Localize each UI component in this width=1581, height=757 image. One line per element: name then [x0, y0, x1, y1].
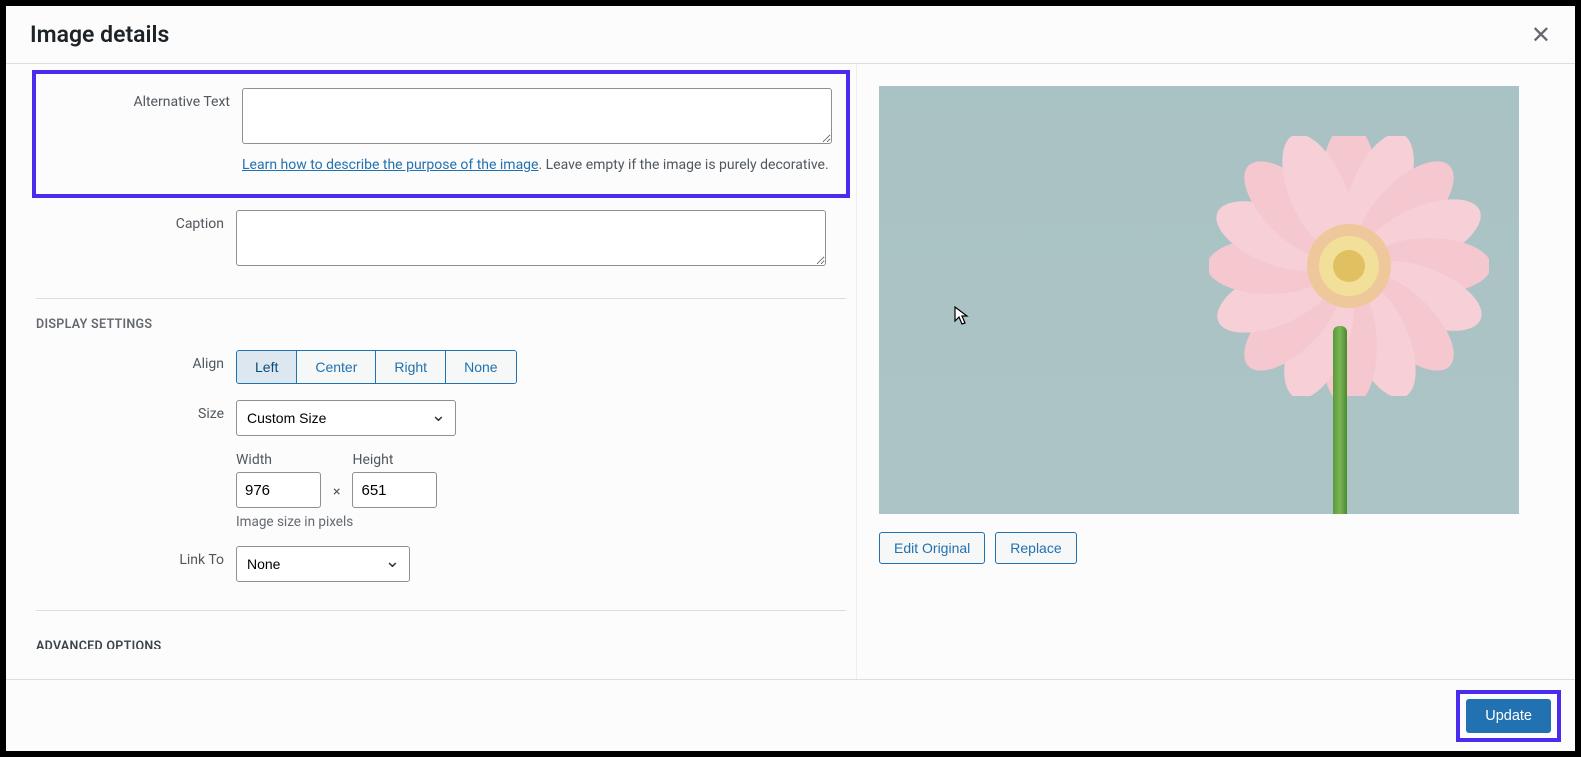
alt-text-label: Alternative Text: [42, 88, 242, 176]
modal-title: Image details: [30, 21, 169, 48]
size-select[interactable]: Custom Size: [236, 400, 456, 436]
preview-panel: Edit Original Replace: [856, 64, 1575, 679]
alt-text-input[interactable]: [242, 88, 832, 144]
alt-text-help-suffix: . Leave empty if the image is purely dec…: [538, 157, 828, 173]
width-input[interactable]: [236, 472, 321, 508]
align-button-group: Left Center Right None: [236, 350, 517, 384]
preview-actions: Edit Original Replace: [879, 532, 1553, 564]
settings-panel: Alternative Text Learn how to describe t…: [6, 64, 856, 679]
cursor-icon: [954, 306, 970, 331]
flower-illustration: [1209, 136, 1489, 400]
close-icon[interactable]: ✕: [1531, 23, 1551, 47]
caption-label: Caption: [36, 210, 236, 270]
dimension-separator: ×: [333, 484, 340, 508]
alt-text-help: Learn how to describe the purpose of the…: [242, 154, 832, 176]
dimensions-row: Width × Height: [236, 452, 836, 508]
separator: [36, 298, 846, 299]
size-label: Size: [36, 400, 236, 436]
image-details-modal: Image details ✕ Alternative Text Learn h…: [6, 6, 1575, 751]
modal-body: Alternative Text Learn how to describe t…: [6, 64, 1575, 679]
align-center-button[interactable]: Center: [297, 351, 376, 383]
alt-text-help-link[interactable]: Learn how to describe the purpose of the…: [242, 157, 538, 173]
height-label: Height: [352, 452, 437, 468]
align-none-button[interactable]: None: [446, 351, 515, 383]
modal-footer: Update: [6, 679, 1575, 751]
modal-header: Image details ✕: [6, 6, 1575, 64]
width-label: Width: [236, 452, 321, 468]
update-button[interactable]: Update: [1466, 699, 1551, 733]
align-right-button[interactable]: Right: [376, 351, 446, 383]
dimensions-help: Image size in pixels: [236, 514, 836, 530]
advanced-options-heading[interactable]: ADVANCED OPTIONS: [36, 639, 846, 649]
alt-text-highlight: Alternative Text Learn how to describe t…: [32, 70, 850, 198]
align-label: Align: [36, 350, 236, 384]
replace-button[interactable]: Replace: [995, 532, 1076, 564]
display-settings-heading: DISPLAY SETTINGS: [36, 317, 846, 332]
update-highlight: Update: [1456, 690, 1561, 742]
edit-original-button[interactable]: Edit Original: [879, 532, 985, 564]
link-to-select[interactable]: None: [236, 546, 410, 582]
caption-input[interactable]: [236, 210, 826, 266]
align-left-button[interactable]: Left: [237, 351, 297, 383]
link-to-label: Link To: [36, 546, 236, 582]
image-preview: [879, 86, 1519, 514]
height-input[interactable]: [352, 472, 437, 508]
separator: [36, 610, 846, 611]
